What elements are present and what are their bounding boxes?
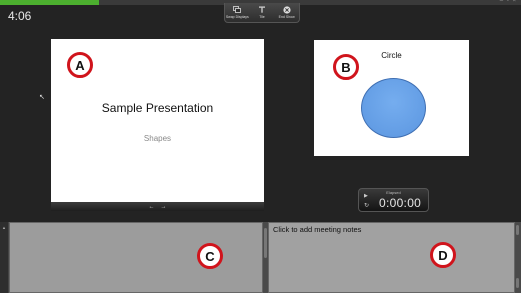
timer-value: 0:00:00 (379, 196, 422, 210)
slide-title: Sample Presentation (101, 101, 214, 115)
end-show-button[interactable]: End Show (275, 5, 299, 19)
notes-placeholder[interactable]: Click to add meeting notes (273, 225, 361, 234)
next-slide-arrow-icon[interactable]: → (161, 204, 167, 210)
notes-scroll-down-icon[interactable] (516, 278, 519, 288)
clock: 4:06 (8, 9, 32, 23)
circle-shape (361, 78, 426, 138)
presenter-toolbar: Swap Displays Tile End Show (224, 3, 300, 23)
meeting-notes-pane[interactable]: Click to add meeting notes D (268, 222, 515, 293)
swap-displays-button[interactable]: Swap Displays (225, 5, 249, 19)
swap-displays-icon (232, 5, 242, 14)
end-show-label: End Show (278, 15, 295, 19)
tile-icon (257, 5, 267, 14)
reset-timer-icon[interactable]: ↻ (364, 202, 369, 209)
previous-slide-arrow-icon[interactable]: ← (149, 204, 155, 210)
thumbnails-scroll-thumb[interactable] (264, 228, 267, 258)
presentation-progress-bar (0, 0, 99, 5)
notes-scrollbar[interactable] (515, 222, 521, 293)
mouse-cursor-icon: ↖ (39, 94, 45, 101)
slide-subtitle: Shapes (143, 134, 172, 143)
callout-c: C (197, 243, 223, 269)
window-controls[interactable]: ‒ ▫ × (500, 0, 517, 4)
slide-thumbnails-pane[interactable]: C (9, 222, 263, 293)
elapsed-timer: Elapsed ▶ ↻ 0:00:00 (358, 188, 429, 212)
callout-b: B (333, 54, 359, 80)
slide-navigation-bar: ← → (51, 202, 264, 211)
swap-displays-label: Swap Displays (225, 15, 249, 19)
notes-scroll-up-icon[interactable] (516, 225, 519, 235)
next-slide-preview[interactable]: Circle B (314, 40, 469, 156)
close-icon (282, 5, 292, 14)
thumbnail-rail: ▲ (0, 222, 9, 293)
timer-label: Elapsed (386, 190, 401, 195)
callout-d: D (430, 242, 456, 268)
callout-a: A (67, 52, 93, 78)
tile-button[interactable]: Tile (250, 5, 274, 19)
scroll-up-icon[interactable]: ▲ (2, 225, 6, 230)
tile-label: Tile (259, 15, 265, 19)
pause-timer-icon[interactable]: ▶ (364, 193, 368, 199)
current-slide-preview[interactable]: Sample Presentation Shapes A (51, 39, 264, 203)
